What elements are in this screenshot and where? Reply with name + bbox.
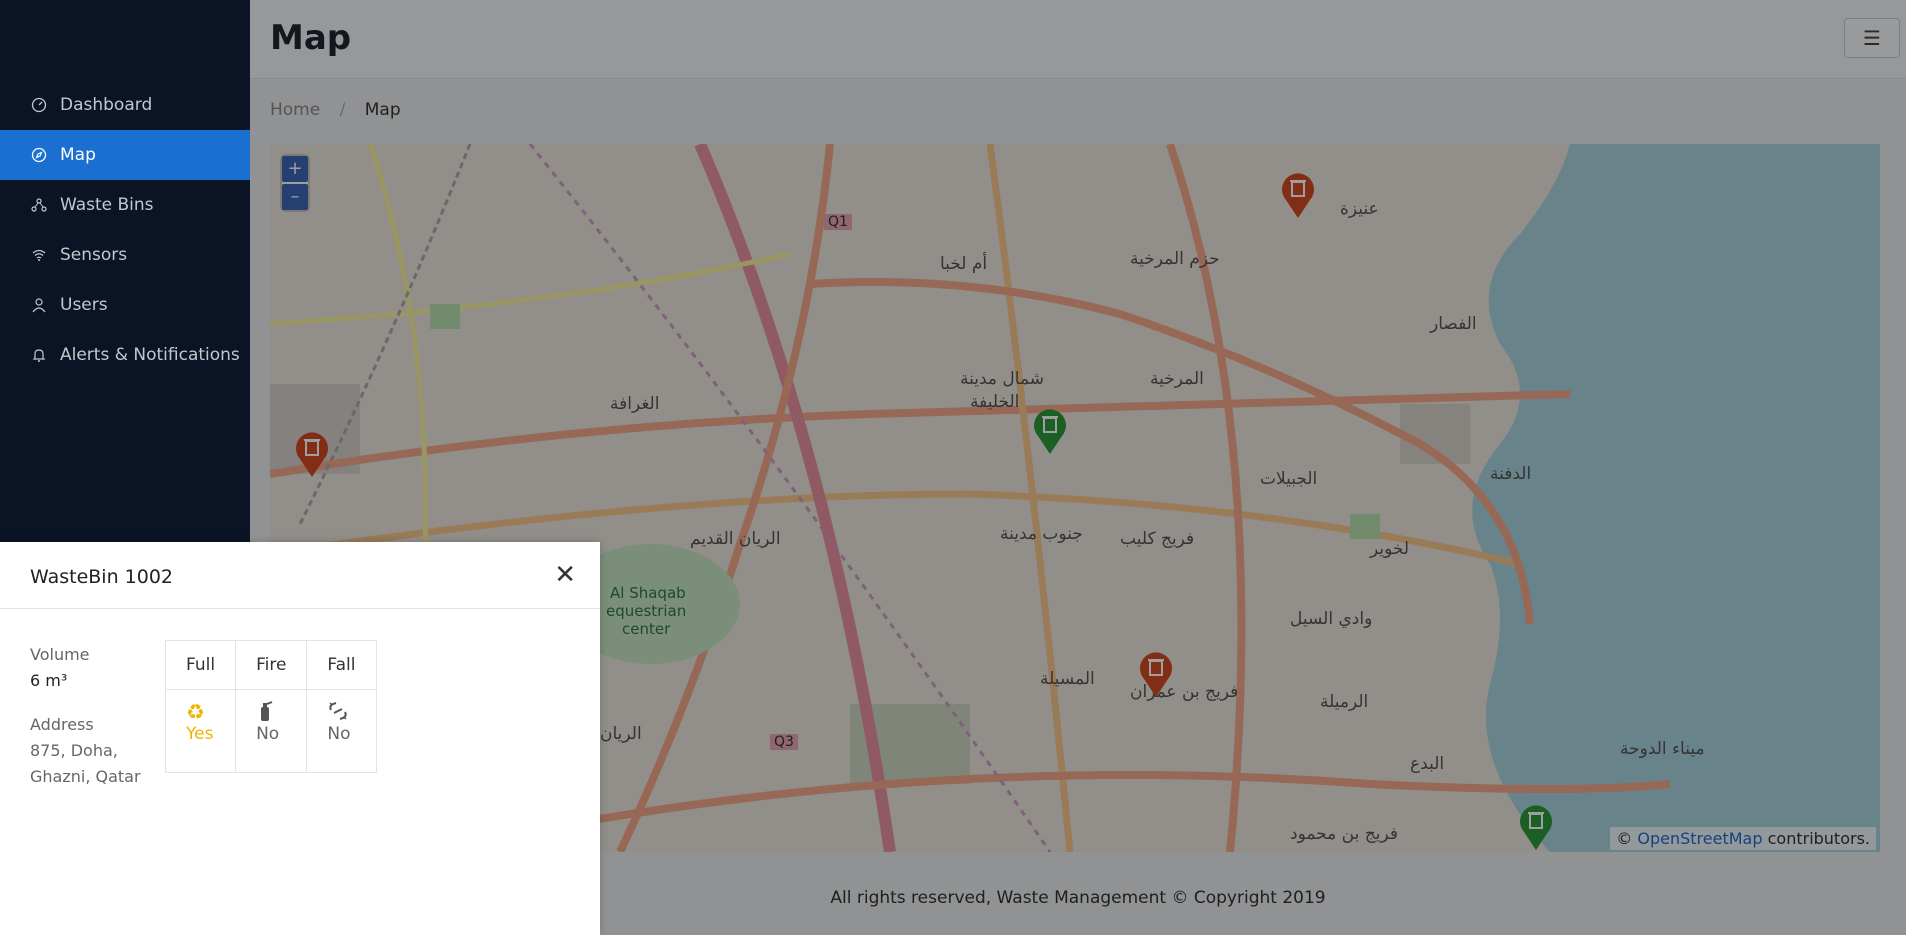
status-fire-value: No xyxy=(256,724,280,744)
sidebar-item-label: Sensors xyxy=(60,245,128,265)
sidebar-item-label: Map xyxy=(60,145,96,165)
status-fire-cell: No xyxy=(235,689,308,773)
compass-icon xyxy=(30,146,48,164)
volume-label: Volume xyxy=(30,645,90,664)
panel-title: WasteBin 1002 xyxy=(30,566,174,588)
address-value: 875, Doha, Ghazni, Qatar xyxy=(30,741,141,786)
status-fall-value: No xyxy=(327,724,351,744)
gauge-icon xyxy=(30,96,48,114)
sidebar-item-map[interactable]: Map xyxy=(0,130,250,180)
sidebar-item-label: Dashboard xyxy=(60,95,153,115)
status-table: Full Fire Fall ♻ Yes No No xyxy=(164,640,377,773)
sidebar-item-sensors[interactable]: Sensors xyxy=(0,230,250,280)
sidebar-item-waste-bins[interactable]: Waste Bins xyxy=(0,180,250,230)
address-label: Address xyxy=(30,715,94,734)
status-full-value: Yes xyxy=(186,724,214,744)
panel-header: WasteBin 1002 ✕ xyxy=(0,542,600,609)
sidebar-item-label: Waste Bins xyxy=(60,195,154,215)
column-header-fall: Fall xyxy=(306,640,377,690)
sidebar-item-label: Users xyxy=(60,295,108,315)
bin-info: Volume 6 m³ Address 875, Doha, Ghazni, Q… xyxy=(30,642,150,790)
sidebar-nav: Dashboard Map Waste Bins Sensors Users A… xyxy=(0,80,250,380)
status-header-row: Full Fire Fall xyxy=(164,640,377,690)
wifi-icon xyxy=(30,246,48,264)
sidebar-item-dashboard[interactable]: Dashboard xyxy=(0,80,250,130)
recycle-icon: ♻ xyxy=(186,700,205,724)
user-icon xyxy=(30,296,48,314)
sidebar-item-users[interactable]: Users xyxy=(0,280,250,330)
broken-link-icon xyxy=(327,700,355,724)
status-value-row: ♻ Yes No No xyxy=(164,689,377,773)
close-button[interactable]: ✕ xyxy=(554,562,576,588)
close-icon: ✕ xyxy=(554,560,576,590)
waste-bin-detail-panel: WasteBin 1002 ✕ Volume 6 m³ Address 875,… xyxy=(0,542,600,935)
bell-icon xyxy=(30,346,48,364)
column-header-fire: Fire xyxy=(235,640,308,690)
column-header-full: Full xyxy=(164,640,237,690)
fire-extinguisher-icon xyxy=(256,700,286,724)
sidebar-item-label: Alerts & Notifications xyxy=(60,345,240,365)
status-fall-cell: No xyxy=(306,689,377,773)
nodes-icon xyxy=(30,196,48,214)
sidebar-item-alerts[interactable]: Alerts & Notifications xyxy=(0,330,250,380)
volume-value: 6 m³ xyxy=(30,671,68,690)
status-full-cell: ♻ Yes xyxy=(164,689,237,773)
